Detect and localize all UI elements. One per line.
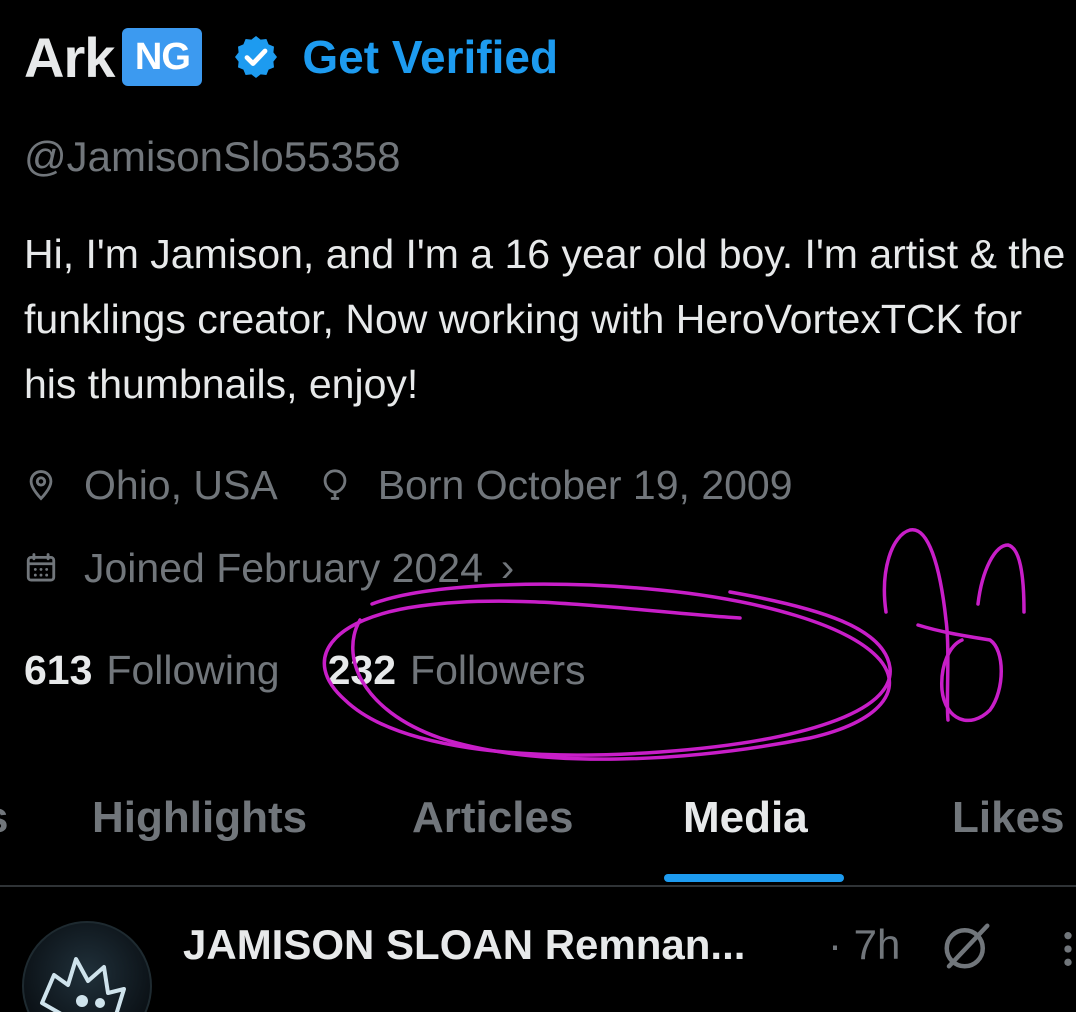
scribble-mark-1 — [882, 528, 950, 722]
joined-text: Joined February 2024 — [84, 544, 483, 591]
calendar-icon — [26, 553, 56, 582]
chevron-right-icon: › — [500, 545, 515, 590]
tab-highlights[interactable]: Highlights — [92, 793, 307, 843]
flag-badge: NG — [122, 28, 203, 86]
more-vertical-icon[interactable] — [1060, 929, 1076, 969]
location-pin-icon — [29, 470, 53, 501]
verified-badge-icon[interactable] — [232, 33, 280, 81]
location-text: Ohio, USA — [84, 461, 278, 508]
avatar-art — [40, 957, 126, 1012]
joined-item[interactable]: Joined February 2024 › — [24, 545, 514, 592]
birthday-item: Born October 19, 2009 — [318, 462, 793, 509]
post-time: · 7h — [828, 921, 901, 968]
get-verified-link[interactable]: Get Verified — [302, 30, 558, 84]
profile-tabs: s Highlights Articles Media Likes — [0, 775, 1076, 887]
post-author[interactable]: JAMISON SLOAN Remnan... — [183, 921, 745, 969]
tab-articles[interactable]: Articles — [412, 793, 573, 843]
display-name: Ark — [24, 25, 115, 89]
balloon-icon — [323, 469, 347, 500]
avatar[interactable] — [22, 921, 152, 1012]
profile-handle: @JamisonSlo55358 — [24, 133, 401, 180]
profile-bio: Hi, I'm Jamison, and I'm a 16 year old b… — [24, 231, 1066, 407]
tab-partial[interactable]: s — [0, 793, 8, 843]
tab-media[interactable]: Media — [683, 793, 808, 843]
profile-screen: Ark NG Get Verified @JamisonSlo55358 Hi,… — [0, 0, 1076, 1012]
following-link[interactable]: 613 Following — [24, 647, 280, 694]
birthday-text: Born October 19, 2009 — [377, 461, 793, 508]
following-label: Following — [106, 646, 280, 693]
profile-meta-row: Ohio, USA Born October 19, 2009 — [24, 460, 833, 510]
tab-likes[interactable]: Likes — [952, 793, 1065, 843]
scribble-mark-3 — [976, 543, 1026, 614]
profile-name-row: Ark NG Get Verified — [24, 22, 558, 92]
following-count: 613 — [24, 646, 93, 693]
followers-label: Followers — [410, 646, 586, 693]
post-item[interactable]: JAMISON SLOAN Remnan... · 7h — [0, 889, 1076, 1012]
scribble-mark-2 — [916, 623, 1003, 722]
active-tab-indicator — [664, 874, 844, 882]
grok-icon[interactable] — [940, 919, 994, 973]
follow-stats: 613 Following 232 Followers — [24, 643, 585, 697]
location-item: Ohio, USA — [24, 462, 278, 509]
followers-link[interactable]: 232 Followers — [328, 647, 586, 694]
profile-joined-row[interactable]: Joined February 2024 › — [24, 543, 554, 593]
followers-count: 232 — [327, 646, 397, 693]
